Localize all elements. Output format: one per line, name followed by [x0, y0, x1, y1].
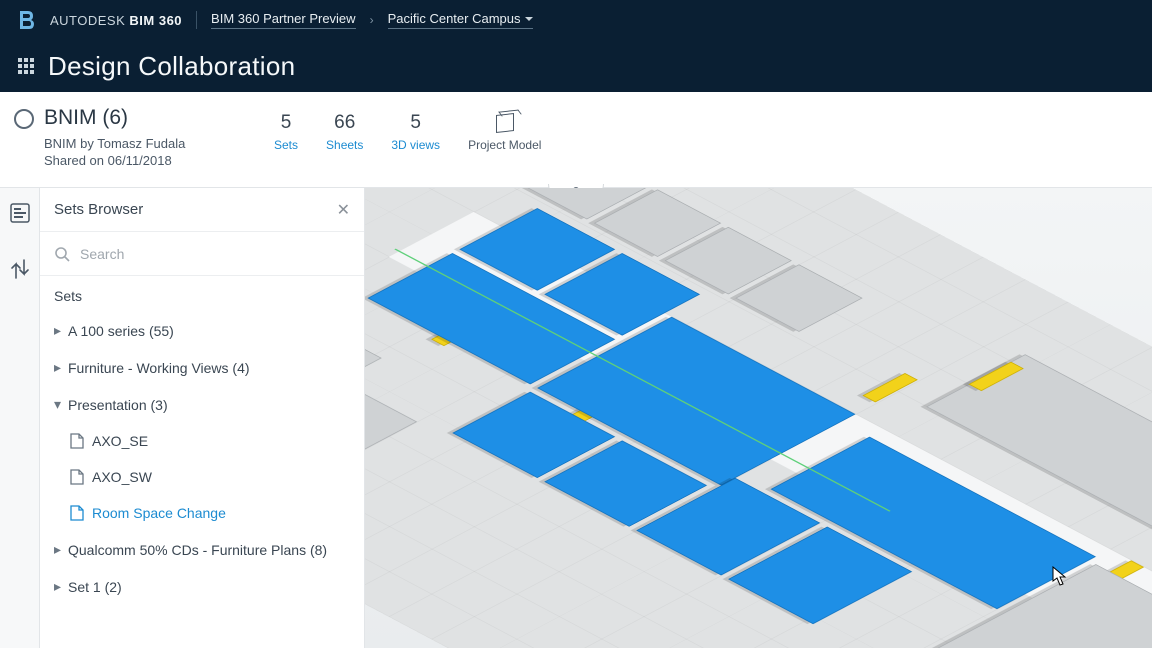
tree-item-label: Furniture - Working Views (4) [68, 360, 250, 376]
tree-item-label: Presentation (3) [68, 397, 168, 413]
tree-a100-series[interactable]: ▸ A 100 series (55) [40, 312, 364, 349]
caret-right-icon: ▸ [54, 578, 62, 595]
status-circle-icon [14, 109, 34, 129]
tree-item-label: A 100 series (55) [68, 323, 174, 339]
package-header: BNIM (6) BNIM by Tomasz Fudala Shared on… [0, 92, 1152, 188]
tree-furniture-working-views[interactable]: ▸ Furniture - Working Views (4) [40, 349, 364, 386]
tree-item-label: AXO_SE [92, 433, 148, 449]
module-switcher-icon[interactable] [18, 58, 34, 74]
caret-down-icon: ▾ [54, 396, 62, 413]
main-area: Sets Browser ✕ Sets ▸ A 100 series (55) … [0, 188, 1152, 648]
project-model-icon [496, 113, 514, 133]
iso-scene [365, 188, 1152, 648]
breadcrumb-separator: › [370, 13, 374, 27]
left-rail [0, 188, 40, 648]
module-title: Design Collaboration [48, 51, 295, 82]
search-icon [54, 246, 70, 262]
tree-leaf-axo-se[interactable]: AXO_SE [40, 423, 364, 459]
stat-sheets-value: 66 [326, 112, 363, 134]
sheet-icon [70, 433, 84, 449]
package-title: BNIM (6) [44, 106, 244, 130]
breadcrumb-partner[interactable]: BIM 360 Partner Preview [211, 11, 356, 29]
stat-sets-value: 5 [274, 112, 298, 134]
tree-item-label: Qualcomm 50% CDs - Furniture Plans (8) [68, 542, 327, 558]
package-author: BNIM by Tomasz Fudala [44, 136, 244, 151]
stat-3dviews-value: 5 [391, 112, 440, 134]
tree-qualcomm-furniture-plans[interactable]: ▸ Qualcomm 50% CDs - Furniture Plans (8) [40, 531, 364, 568]
tree-leaf-axo-sw[interactable]: AXO_SW [40, 459, 364, 495]
sheet-icon [70, 505, 84, 521]
search-input[interactable] [80, 246, 350, 262]
caret-right-icon: ▸ [54, 541, 62, 558]
bim360-logo-icon [18, 9, 36, 31]
tree-set-1[interactable]: ▸ Set 1 (2) [40, 568, 364, 605]
chevron-down-icon [525, 17, 533, 21]
divider [196, 11, 197, 29]
tree-item-label: Room Space Change [92, 505, 226, 521]
breadcrumb-project[interactable]: Pacific Center Campus [388, 11, 533, 29]
model-viewer[interactable] [365, 188, 1152, 648]
changes-rail-button[interactable] [7, 256, 33, 282]
breadcrumb-project-label: Pacific Center Campus [388, 11, 521, 26]
sets-heading: Sets [40, 276, 364, 312]
stat-project-model-label: Project Model [468, 138, 541, 152]
tree-item-label: AXO_SW [92, 469, 152, 485]
panel-title: Sets Browser [54, 201, 143, 218]
close-panel-button[interactable]: ✕ [337, 200, 350, 220]
tree-presentation[interactable]: ▾ Presentation (3) [40, 386, 364, 423]
sets-browser-rail-button[interactable] [7, 200, 33, 226]
stat-3dviews-label[interactable]: 3D views [391, 138, 440, 152]
cursor-icon [1052, 566, 1068, 586]
stat-sheets-label[interactable]: Sheets [326, 138, 363, 152]
caret-right-icon: ▸ [54, 359, 62, 376]
top-bar: AUTODESK BIM 360 BIM 360 Partner Preview… [0, 0, 1152, 92]
package-shared-date: Shared on 06/11/2018 [44, 153, 244, 168]
sets-browser-panel: Sets Browser ✕ Sets ▸ A 100 series (55) … [40, 188, 365, 648]
stat-sets-label[interactable]: Sets [274, 138, 298, 152]
brand-label: AUTODESK BIM 360 [50, 13, 182, 28]
tree-leaf-room-space-change[interactable]: Room Space Change [40, 495, 364, 531]
sheet-icon [70, 469, 84, 485]
tree-item-label: Set 1 (2) [68, 579, 122, 595]
caret-right-icon: ▸ [54, 322, 62, 339]
